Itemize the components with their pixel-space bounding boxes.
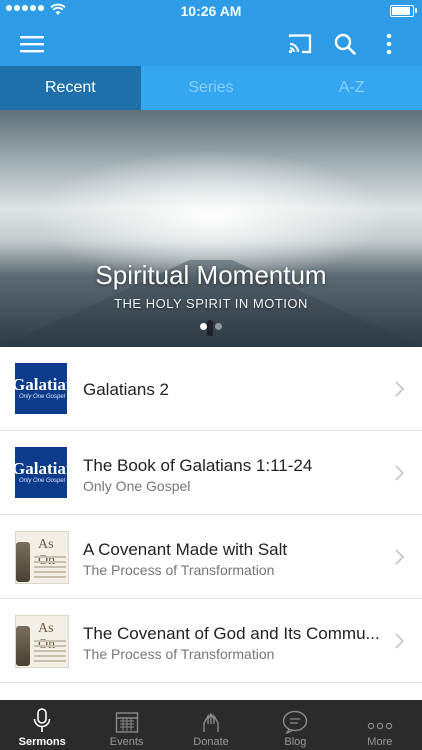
tab-label: Events — [109, 736, 144, 748]
chat-bubble-icon — [283, 710, 308, 734]
more-dots-icon — [367, 722, 393, 730]
tab-label: Sermons — [18, 736, 66, 748]
chevron-right-icon — [395, 381, 404, 397]
sermon-thumbnail: Galatians Only One Gospel — [15, 363, 67, 414]
page-dot-2[interactable] — [215, 323, 222, 330]
hamburger-icon — [20, 36, 44, 53]
tab-events[interactable]: Events — [84, 700, 168, 750]
chevron-right-icon — [395, 633, 404, 649]
cast-icon — [288, 34, 312, 54]
bottom-tab-bar: Sermons Events Donate Blog More — [0, 700, 422, 750]
segment-tabs: Recent Series A-Z — [0, 66, 422, 110]
more-options-button[interactable] — [367, 22, 411, 66]
tab-sermons[interactable]: Sermons — [0, 700, 84, 750]
tab-a-z[interactable]: A-Z — [281, 66, 422, 110]
sermon-series: Only One Gospel — [83, 478, 191, 494]
battery-icon — [390, 5, 417, 17]
sermon-title: The Covenant of God and Its Commu... — [83, 624, 380, 643]
chevron-right-icon — [395, 549, 404, 565]
menu-button[interactable] — [10, 22, 54, 66]
status-bar: 10:26 AM — [0, 0, 422, 22]
sermon-thumbnail: As On — [15, 531, 69, 584]
tab-series[interactable]: Series — [141, 66, 282, 110]
search-icon — [334, 33, 356, 55]
list-item[interactable]: As On A Covenant Made with Salt The Proc… — [0, 515, 422, 599]
page-indicator — [0, 323, 422, 330]
thumbnail-text: Galatians — [15, 375, 67, 394]
hero-title: Spiritual Momentum — [95, 260, 327, 290]
tab-recent[interactable]: Recent — [0, 66, 141, 110]
thumbnail-subtext: Only One Gospel — [19, 478, 66, 484]
thumbnail-subtext: Only One Gospel — [19, 394, 66, 400]
thumbnail-text: Galatians — [15, 459, 67, 478]
sermon-thumbnail: Galatians Only One Gospel — [15, 447, 67, 498]
tab-more[interactable]: More — [338, 700, 422, 750]
featured-banner[interactable]: Spiritual Momentum THE HOLY SPIRIT IN MO… — [0, 110, 422, 347]
sermon-series: The Process of Transformation — [83, 562, 275, 578]
tab-label: Donate — [193, 736, 229, 748]
status-time: 10:26 AM — [180, 3, 242, 19]
search-button[interactable] — [323, 22, 367, 66]
vertical-dots-icon — [386, 33, 392, 55]
sermon-title: A Covenant Made with Salt — [83, 540, 288, 559]
sermon-list: Galatians Only One Gospel Galatians 2 Ga… — [0, 347, 422, 683]
tab-label: Blog — [284, 736, 307, 748]
calendar-icon — [115, 712, 138, 733]
praying-hands-icon — [203, 712, 219, 732]
list-item[interactable]: Galatians Only One Gospel Galatians 2 — [0, 347, 422, 431]
sermon-thumbnail: As On — [15, 615, 69, 668]
tab-label: More — [367, 736, 393, 748]
sermon-series: The Process of Transformation — [83, 646, 275, 662]
tab-donate[interactable]: Donate — [169, 700, 253, 750]
list-item[interactable]: As On The Covenant of God and Its Commu.… — [0, 599, 422, 683]
cast-button[interactable] — [278, 22, 322, 66]
page-dot-1[interactable] — [200, 323, 207, 330]
list-item[interactable]: Galatians Only One Gospel The Book of Ga… — [0, 431, 422, 515]
hero-subtitle: THE HOLY SPIRIT IN MOTION — [114, 296, 308, 311]
microphone-icon — [33, 708, 51, 732]
nav-bar — [0, 22, 422, 66]
sermon-title: Galatians 2 — [83, 380, 169, 399]
tab-blog[interactable]: Blog — [253, 700, 337, 750]
sermon-title: The Book of Galatians 1:11-24 — [83, 456, 313, 475]
chevron-right-icon — [395, 465, 404, 481]
